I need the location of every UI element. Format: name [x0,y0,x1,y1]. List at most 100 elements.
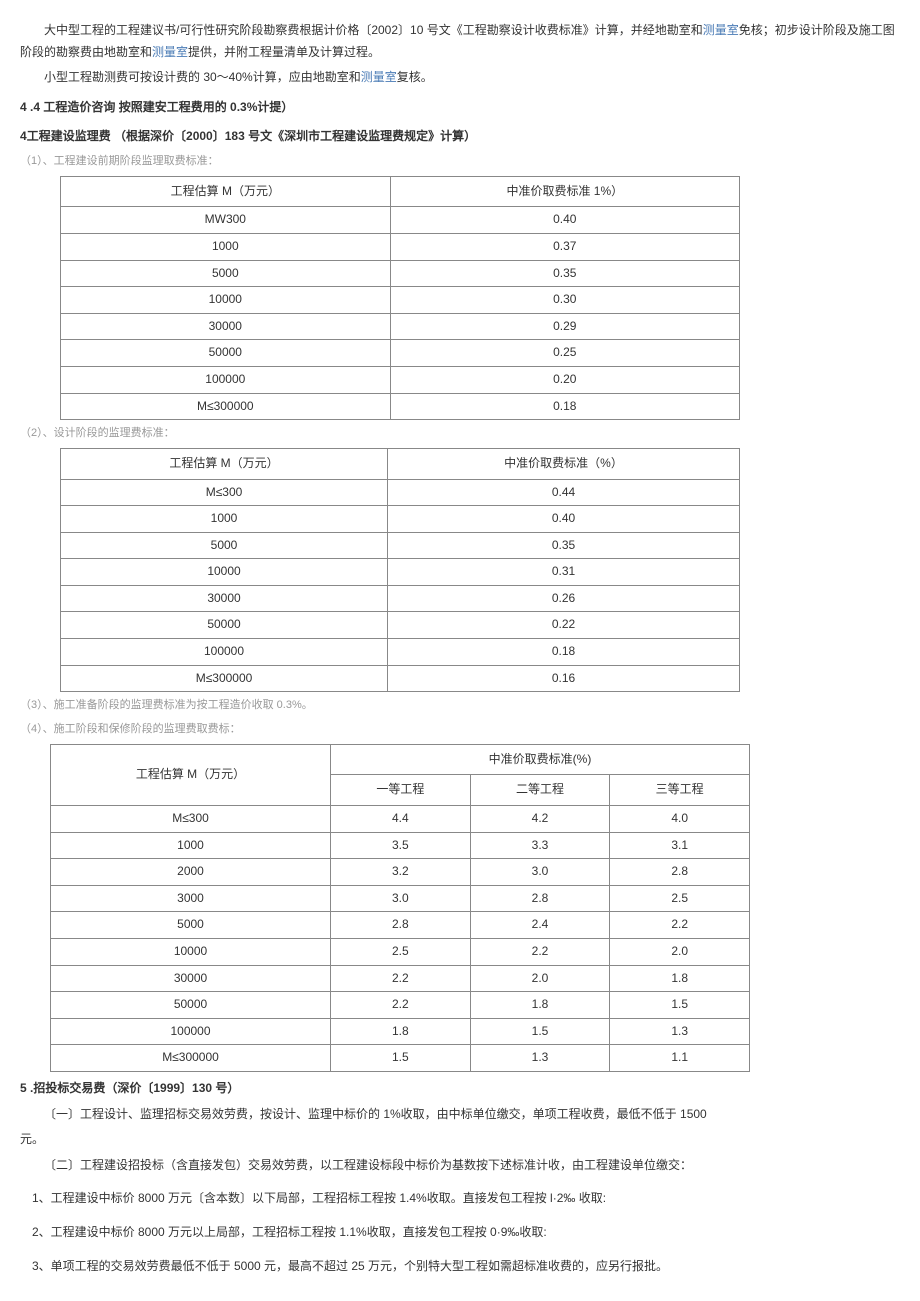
table-row: 10000.37 [61,233,740,260]
text: 提供，并附工程量清单及计算过程。 [188,45,380,59]
cell: 5000 [61,260,391,287]
cell: M≤300000 [51,1045,331,1072]
col-header-estimate: 工程估算 M（万元） [61,176,391,207]
col-header-estimate: 工程估算 M（万元） [61,448,388,479]
paragraph-5-2: 〔二〕工程建设招投标（含直接发包）交易效劳费，以工程建设标段中标价为基数按下述标… [20,1155,900,1177]
heading-text: .4 工程造价咨询 按照建安工程费用的 0.3%计提） [27,100,294,114]
cell: 1.5 [470,1018,610,1045]
heading-num: 4 [20,100,27,114]
table-row: M≤3000000.18 [61,393,740,420]
table-row: 500000.22 [61,612,740,639]
cell: 1.3 [610,1018,750,1045]
cell: 2.2 [331,965,471,992]
cell: 50000 [61,612,388,639]
text: 元。 [20,1132,44,1146]
cell: 1.5 [331,1045,471,1072]
cell: 1.3 [470,1045,610,1072]
cell: 2.8 [610,859,750,886]
paragraph-5-1b: 元。 [20,1129,900,1151]
cell: 10000 [61,287,391,314]
cell: 2.8 [331,912,471,939]
col-header-class3: 三等工程 [610,775,750,806]
table-row: M≤3000000.16 [61,665,740,692]
cell: 100000 [61,639,388,666]
cell: 30000 [61,313,391,340]
cell: 5000 [61,532,388,559]
cell: 2.5 [331,939,471,966]
heading-text: .招投标交易费（深价〔1999〕130 号） [27,1081,240,1095]
cell: 3.5 [331,832,471,859]
table-header-row: 工程估算 M（万元） 中准价取费标准（%） [61,448,740,479]
table-row: 100000.30 [61,287,740,314]
paragraph-5-5: 3、单项工程的交易效劳费最低不低于 5000 元，最高不超过 25 万元，个别特… [20,1256,900,1278]
table-row: 300002.22.01.8 [51,965,750,992]
cell: 1000 [51,832,331,859]
cell: 3.0 [331,885,471,912]
table-row: 300000.26 [61,585,740,612]
cell: 0.35 [388,532,740,559]
cell: 0.29 [390,313,739,340]
table-row: 20003.23.02.8 [51,859,750,886]
cell: 2.2 [610,912,750,939]
table-row: 1000001.81.51.3 [51,1018,750,1045]
cell: 0.35 [390,260,739,287]
table-row: 1000000.18 [61,639,740,666]
cell: M≤300000 [61,393,391,420]
heading-num: 5 [20,1081,27,1095]
table-header-row: 工程估算 M（万元） 中准价取费标准 1%） [61,176,740,207]
cell: 3.3 [470,832,610,859]
paragraph-5-3: 1、工程建设中标价 8000 万元〔含本数〕以下局部，工程招标工程按 1.4%收… [20,1188,900,1210]
cell: 2.8 [470,885,610,912]
table-construction-supervision: 工程估算 M（万元） 中准价取费标准(%) 一等工程 二等工程 三等工程 M≤3… [50,744,750,1072]
col-header-estimate: 工程估算 M（万元） [51,744,331,805]
cell: 1.8 [610,965,750,992]
table-3-caption: （4）、施工阶段和保修阶段的监理费取费标： [20,720,900,740]
cell: 0.25 [390,340,739,367]
cell: 0.30 [390,287,739,314]
heading-text: 工程建设监理费 （根据深价〔2000〕183 号文《深圳市工程建设监理费规定》计… [27,129,476,143]
table-row: M≤3000.44 [61,479,740,506]
cell: 30000 [51,965,331,992]
cell: MW300 [61,207,391,234]
table-row: 100002.52.22.0 [51,939,750,966]
paragraph-2: 小型工程勘测费可按设计费的 30～40%计算，应由地勘室和测量室复核。 [20,67,900,89]
cell: 4.2 [470,806,610,833]
text-blue: 测量室 [703,23,739,37]
cell: 100000 [51,1018,331,1045]
heading-4-4: 4 .4 工程造价咨询 按照建安工程费用的 0.3%计提） [20,97,900,119]
cell: 2.2 [331,992,471,1019]
note-3: （3）、施工准备阶段的监理费标准为按工程造价收取 0.3%。 [20,696,900,716]
cell: 0.37 [390,233,739,260]
table-row: 50000.35 [61,532,740,559]
text-blue: 测量室 [152,45,188,59]
cell: 0.44 [388,479,740,506]
table-row: 10003.53.33.1 [51,832,750,859]
cell: 100000 [61,366,391,393]
table-row: 50002.82.42.2 [51,912,750,939]
cell: 2.2 [470,939,610,966]
cell: 0.26 [388,585,740,612]
text: 复核。 [397,70,433,84]
cell: 30000 [61,585,388,612]
table-row: 500002.21.81.5 [51,992,750,1019]
cell: M≤300 [51,806,331,833]
table-row: 1000000.20 [61,366,740,393]
table-1-caption: （1）、工程建设前期阶段监理取费标准： [20,152,900,172]
cell: 0.20 [390,366,739,393]
cell: 10000 [61,559,388,586]
cell: 50000 [61,340,391,367]
cell: 2.0 [470,965,610,992]
cell: 0.18 [390,393,739,420]
cell: 1000 [61,233,391,260]
cell: 0.16 [388,665,740,692]
cell: 2.0 [610,939,750,966]
cell: 0.31 [388,559,740,586]
table-2-caption: （2）、设计阶段的监理费标准： [20,424,900,444]
col-header-rate: 中准价取费标准 1%） [390,176,739,207]
cell: 4.0 [610,806,750,833]
cell: 4.4 [331,806,471,833]
table-row: 300000.29 [61,313,740,340]
text-blue: 测量室 [361,70,397,84]
cell: 1.5 [610,992,750,1019]
col-header-rate: 中准价取费标准(%) [331,744,750,775]
